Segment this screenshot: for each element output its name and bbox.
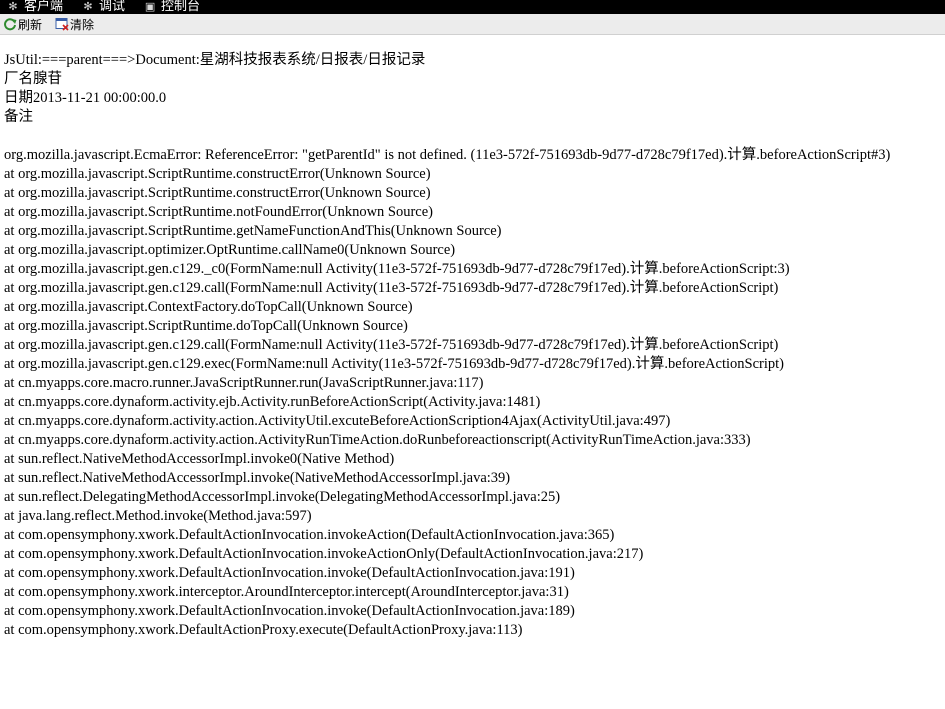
gear-icon: ✻ [83,0,93,13]
stack-trace-line: at org.mozilla.javascript.gen.c129.call(… [4,337,779,353]
stack-trace-line: at org.mozilla.javascript.gen.c129._c0(F… [4,261,790,277]
stack-trace-line: at org.mozilla.javascript.gen.c129.exec(… [4,356,784,372]
info-document-path: JsUtil:===parent===>Document:星湖科技报表系统/日报… [4,52,426,68]
stack-trace-line: at com.opensymphony.xwork.DefaultActionP… [4,622,523,638]
clear-button[interactable]: 清除 [55,16,94,33]
refresh-icon [3,17,17,31]
gear-icon: ✻ [8,0,18,13]
info-remarks: 备注 [4,109,33,125]
clear-label: 清除 [70,17,95,32]
stack-trace-line: at org.mozilla.javascript.ScriptRuntime.… [4,185,431,201]
stack-trace-line: at sun.reflect.NativeMethodAccessorImpl.… [4,470,511,486]
stack-trace-line: at com.opensymphony.xwork.DefaultActionI… [4,546,644,562]
stack-trace-line: at java.lang.reflect.Method.invoke(Metho… [4,508,312,524]
stack-trace-line: at sun.reflect.NativeMethodAccessorImpl.… [4,451,395,467]
stack-trace-line: at com.opensymphony.xwork.DefaultActionI… [4,603,575,619]
menu-bar: ✻ 客户端 ✻ 调试 ▣ 控制台 [0,0,945,14]
stack-trace-line: at org.mozilla.javascript.ScriptRuntime.… [4,223,502,239]
refresh-button[interactable]: 刷新 [3,16,42,33]
stack-trace-line: at cn.myapps.core.dynaform.activity.acti… [4,413,671,429]
stack-trace-line: at sun.reflect.DelegatingMethodAccessorI… [4,489,561,505]
console-icon: ▣ [144,0,156,13]
stack-trace-line: at com.opensymphony.xwork.DefaultActionI… [4,527,615,543]
info-factory-name: 厂名腺苷 [4,71,62,87]
stack-trace-line: at org.mozilla.javascript.ContextFactory… [4,299,413,315]
stack-trace-line: at com.opensymphony.xwork.interceptor.Ar… [4,584,569,600]
stack-trace-line: at cn.myapps.core.dynaform.activity.acti… [4,432,751,448]
stack-trace: org.mozilla.javascript.EcmaError: Refere… [4,146,945,640]
menu-item-console[interactable]: ▣ 控制台 [143,0,200,14]
console-output: JsUtil:===parent===>Document:星湖科技报表系统/日报… [0,35,945,640]
toolbar: 刷新 清除 [0,14,945,35]
stack-trace-line: at org.mozilla.javascript.ScriptRuntime.… [4,318,408,334]
clear-icon [55,17,69,31]
stack-trace-line: at org.mozilla.javascript.optimizer.OptR… [4,242,456,258]
stack-trace-line: org.mozilla.javascript.EcmaError: Refere… [4,147,891,163]
menu-item-label: 控制台 [161,0,201,14]
stack-trace-line: at cn.myapps.core.macro.runner.JavaScrip… [4,375,484,391]
stack-trace-line: at cn.myapps.core.dynaform.activity.ejb.… [4,394,541,410]
stack-trace-line: at org.mozilla.javascript.gen.c129.call(… [4,280,779,296]
menu-item-label: 调试 [99,0,126,14]
info-date: 日期2013-11-21 00:00:00.0 [4,90,167,106]
stack-trace-line: at org.mozilla.javascript.ScriptRuntime.… [4,166,431,182]
menu-item-label: 客户端 [24,0,64,14]
menu-item-client[interactable]: ✻ 客户端 [6,0,63,14]
refresh-label: 刷新 [18,17,43,32]
stack-trace-line: at org.mozilla.javascript.ScriptRuntime.… [4,204,434,220]
menu-item-debug[interactable]: ✻ 调试 [81,0,125,14]
stack-trace-line: at com.opensymphony.xwork.DefaultActionI… [4,565,575,581]
